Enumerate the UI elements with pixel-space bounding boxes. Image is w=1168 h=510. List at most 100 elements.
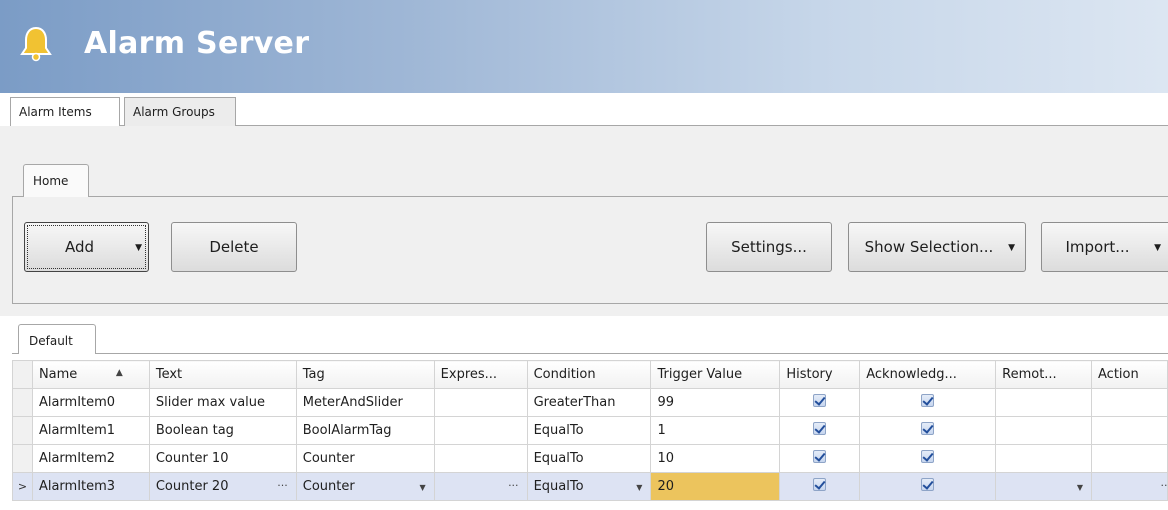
history-checkbox[interactable] bbox=[813, 394, 827, 407]
acknowledge-checkbox[interactable] bbox=[921, 422, 935, 435]
cell-trigger-value[interactable]: 99 bbox=[650, 388, 781, 417]
cell-history[interactable] bbox=[779, 444, 861, 473]
cell-remote[interactable] bbox=[995, 416, 1093, 445]
cell-acknowledge[interactable] bbox=[859, 388, 997, 417]
cell-tag[interactable]: MeterAndSlider bbox=[295, 388, 435, 417]
cell-trigger-value[interactable]: 10 bbox=[650, 444, 781, 473]
chevron-down-icon[interactable]: ▼ bbox=[420, 483, 426, 492]
acknowledge-checkbox[interactable] bbox=[921, 394, 935, 407]
cell-condition[interactable]: GreaterThan bbox=[526, 388, 652, 417]
delete-button[interactable]: Delete bbox=[171, 222, 297, 272]
view-tab-default[interactable]: Default bbox=[18, 324, 96, 354]
column-header-action[interactable]: Action bbox=[1091, 360, 1168, 389]
current-row-arrow-icon: > bbox=[17, 480, 28, 493]
cell-remote[interactable] bbox=[995, 444, 1093, 473]
cell-trigger-value[interactable]: 1 bbox=[650, 416, 781, 445]
cell-tag-value: Counter bbox=[302, 479, 355, 494]
column-header-condition[interactable]: Condition bbox=[526, 360, 652, 389]
cell-expression[interactable]: ··· bbox=[433, 472, 528, 501]
cell-tag[interactable]: Counter bbox=[295, 444, 435, 473]
cell-remote[interactable] bbox=[995, 388, 1093, 417]
tab-alarm-items[interactable]: Alarm Items bbox=[10, 97, 120, 127]
add-dropdown-arrow-icon[interactable]: ▼ bbox=[135, 243, 142, 253]
ellipsis-button[interactable]: ··· bbox=[277, 479, 288, 492]
cell-remote[interactable]: ▼ bbox=[995, 472, 1093, 501]
bell-icon bbox=[20, 26, 52, 62]
history-checkbox[interactable] bbox=[813, 422, 827, 435]
row-header[interactable] bbox=[12, 416, 33, 445]
cell-history[interactable] bbox=[779, 416, 861, 445]
column-header-remote[interactable]: Remot... bbox=[995, 360, 1093, 389]
column-header-text[interactable]: Text bbox=[148, 360, 297, 389]
settings-button[interactable]: Settings... bbox=[706, 222, 832, 272]
cell-text-value: Counter 20 bbox=[155, 479, 229, 494]
cell-condition-value: EqualTo bbox=[533, 479, 584, 494]
ellipsis-button[interactable]: ··· bbox=[508, 479, 519, 492]
column-header-name[interactable]: Name ▲ bbox=[31, 360, 150, 389]
column-header-history[interactable]: History bbox=[779, 360, 861, 389]
alarm-items-table: Name ▲ Text Tag Expres... Condition Trigg… bbox=[12, 360, 1168, 501]
chevron-down-icon[interactable]: ▼ bbox=[636, 483, 642, 492]
cell-expression[interactable] bbox=[433, 416, 528, 445]
cell-condition[interactable]: EqualTo bbox=[526, 444, 652, 473]
import-button[interactable]: Import... ▼ bbox=[1041, 222, 1168, 272]
table-row[interactable]: AlarmItem1 Boolean tag BoolAlarmTag Equa… bbox=[12, 416, 1168, 445]
cell-history[interactable] bbox=[779, 472, 861, 501]
ellipsis-button[interactable]: ··· bbox=[1161, 479, 1167, 492]
cell-name[interactable]: AlarmItem2 bbox=[31, 444, 150, 473]
cell-trigger-value-active[interactable]: 20 bbox=[650, 472, 781, 501]
column-header-acknowledge[interactable]: Acknowledg... bbox=[859, 360, 997, 389]
row-header-current[interactable]: > bbox=[12, 472, 33, 501]
cell-condition[interactable]: EqualTo ▼ bbox=[526, 472, 652, 501]
cell-text[interactable]: Slider max value bbox=[148, 388, 297, 417]
add-button-label: Add bbox=[64, 238, 95, 256]
tab-alarm-groups[interactable]: Alarm Groups bbox=[124, 97, 236, 126]
acknowledge-checkbox[interactable] bbox=[921, 478, 935, 491]
cell-text[interactable]: Counter 10 bbox=[148, 444, 297, 473]
table-header-row: Name ▲ Text Tag Expres... Condition Trigg… bbox=[12, 360, 1168, 389]
column-header-trigger-value[interactable]: Trigger Value bbox=[650, 360, 781, 389]
column-header-tag[interactable]: Tag bbox=[295, 360, 435, 389]
show-selection-dropdown-arrow-icon[interactable]: ▼ bbox=[1008, 243, 1015, 253]
column-header-expression[interactable]: Expres... bbox=[433, 360, 528, 389]
cell-acknowledge[interactable] bbox=[859, 444, 997, 473]
cell-history[interactable] bbox=[779, 388, 861, 417]
cell-condition[interactable]: EqualTo bbox=[526, 416, 652, 445]
cell-text[interactable]: Counter 20 ··· bbox=[148, 472, 297, 501]
row-header[interactable] bbox=[12, 388, 33, 417]
cell-acknowledge[interactable] bbox=[859, 416, 997, 445]
view-tab-line bbox=[12, 353, 1168, 354]
cell-tag[interactable]: BoolAlarmTag bbox=[295, 416, 435, 445]
cell-name[interactable]: AlarmItem3 bbox=[31, 472, 150, 501]
cell-name[interactable]: AlarmItem0 bbox=[31, 388, 150, 417]
import-button-label: Import... bbox=[1065, 238, 1130, 256]
show-selection-button[interactable]: Show Selection... ▼ bbox=[848, 222, 1026, 272]
chevron-down-icon[interactable]: ▼ bbox=[1077, 483, 1083, 492]
cell-name[interactable]: AlarmItem1 bbox=[31, 416, 150, 445]
acknowledge-checkbox[interactable] bbox=[921, 450, 935, 463]
row-header[interactable] bbox=[12, 444, 33, 473]
app-title: Alarm Server bbox=[84, 26, 310, 61]
table-row[interactable]: AlarmItem0 Slider max value MeterAndSlid… bbox=[12, 388, 1168, 417]
import-dropdown-arrow-icon[interactable]: ▼ bbox=[1154, 243, 1161, 253]
cell-action[interactable] bbox=[1091, 444, 1168, 473]
history-checkbox[interactable] bbox=[813, 478, 827, 491]
cell-tag[interactable]: Counter ▼ bbox=[295, 472, 435, 501]
main-tab-strip: Alarm Items Alarm Groups bbox=[0, 93, 1168, 127]
title-bar: Alarm Server bbox=[0, 0, 1168, 93]
table-row-selected[interactable]: > AlarmItem3 Counter 20 ··· Counter ▼ ··· … bbox=[12, 472, 1168, 501]
history-checkbox[interactable] bbox=[813, 450, 827, 463]
add-button[interactable]: Add ▼ bbox=[24, 222, 149, 272]
show-selection-label: Show Selection... bbox=[864, 238, 994, 256]
column-header-label: Name bbox=[38, 367, 78, 382]
cell-action[interactable] bbox=[1091, 388, 1168, 417]
cell-expression[interactable] bbox=[433, 388, 528, 417]
table-row[interactable]: AlarmItem2 Counter 10 Counter EqualTo 10 bbox=[12, 444, 1168, 473]
cell-action[interactable]: ··· bbox=[1091, 472, 1168, 501]
cell-expression[interactable] bbox=[433, 444, 528, 473]
cell-text[interactable]: Boolean tag bbox=[148, 416, 297, 445]
ribbon-tab-home[interactable]: Home bbox=[23, 164, 89, 197]
cell-acknowledge[interactable] bbox=[859, 472, 997, 501]
cell-action[interactable] bbox=[1091, 416, 1168, 445]
row-header-corner bbox=[12, 360, 33, 389]
